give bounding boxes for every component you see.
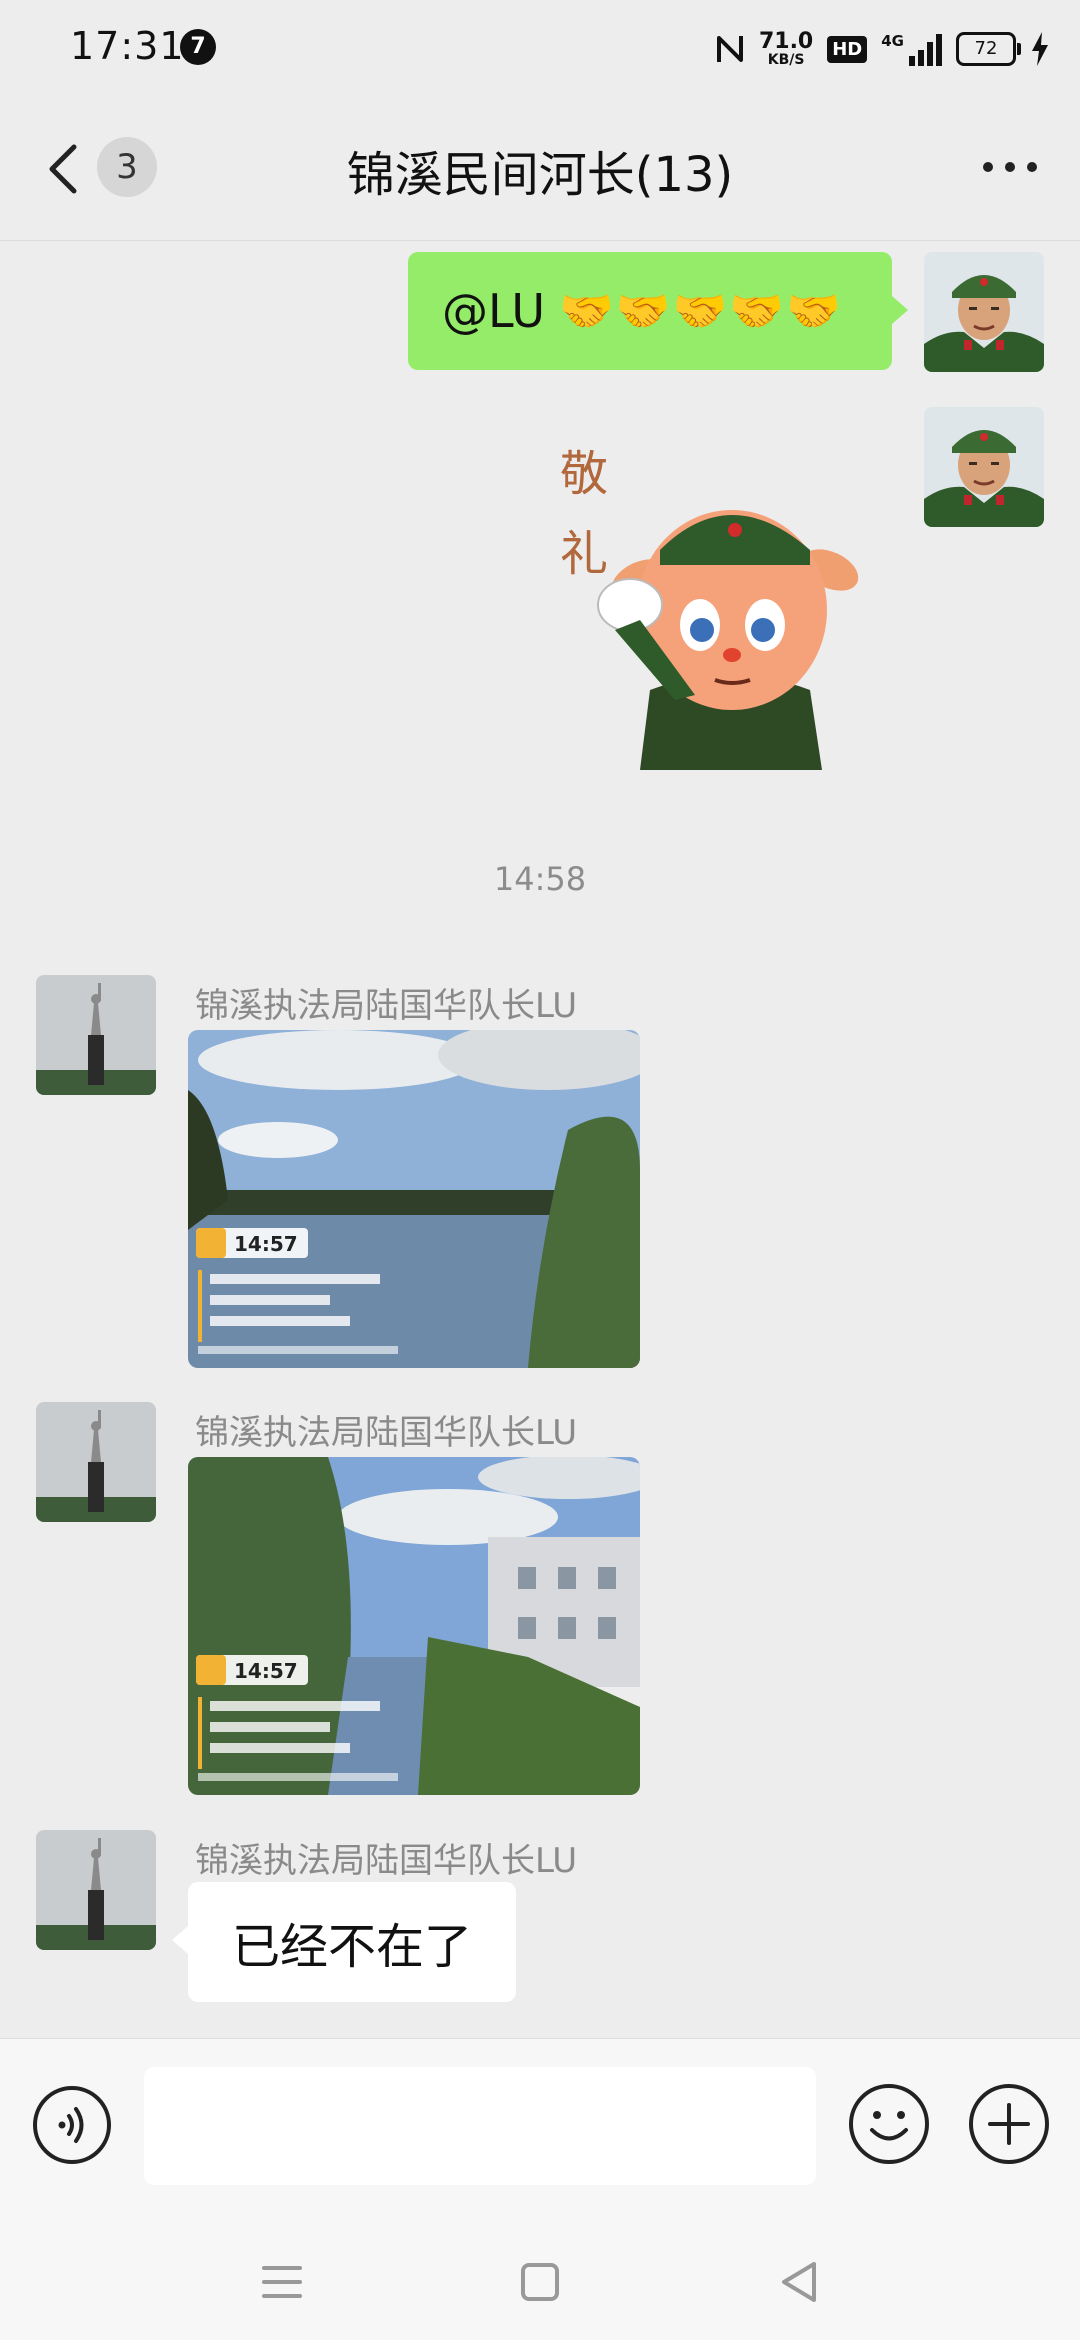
notification-count-badge: 7 — [180, 29, 216, 65]
photo-2-timestamp: 14:57 — [234, 1659, 298, 1683]
charging-icon — [1032, 32, 1048, 66]
photo-1-timestamp: 14:57 — [234, 1232, 298, 1256]
network-speed: 71.0 KB/S — [758, 29, 814, 68]
mention-text: @LU — [442, 284, 546, 338]
handshake-emoji-row: 🤝🤝🤝🤝🤝 — [559, 286, 843, 337]
timestamp-divider: 14:58 — [493, 860, 587, 898]
sender-avatar[interactable] — [36, 1830, 156, 1950]
river-photo-image: 14:57 — [188, 1030, 640, 1368]
sender-name: 锦溪执法局陆国华队长LU — [195, 1413, 578, 1453]
saluting-deer-soldier-sticker: 敬 礼 — [560, 446, 859, 770]
sender-avatar[interactable] — [36, 1402, 156, 1522]
emoji-icon[interactable] — [848, 2083, 930, 2165]
nfc-icon — [716, 36, 743, 62]
statue-avatar-icon — [36, 1402, 156, 1522]
soldier-portrait-icon — [924, 252, 1044, 372]
incoming-message-bubble[interactable]: 已经不在了 — [172, 1882, 516, 2002]
statue-avatar-icon — [36, 1830, 156, 1950]
system-navigation-bar — [0, 2220, 1080, 2340]
add-attachment-icon[interactable] — [968, 2083, 1050, 2165]
sender-name: 锦溪执法局陆国华队长LU — [195, 1841, 578, 1881]
message-input-bar — [0, 2038, 1080, 2221]
status-icons: 71.0 KB/S HD 4G 72 — [715, 24, 1050, 74]
sender-name: 锦溪执法局陆国华队长LU — [195, 986, 578, 1026]
message-input[interactable] — [144, 2067, 816, 2185]
statue-avatar-icon — [36, 975, 156, 1095]
network-speed-unit: KB/S — [767, 52, 805, 68]
chat-title: 锦溪民间河长(13) — [346, 147, 734, 203]
my-avatar[interactable] — [924, 252, 1044, 372]
battery-icon: 72 — [956, 32, 1021, 66]
network-type-label: 4G — [881, 32, 904, 50]
sticker-text-1: 敬 — [560, 446, 608, 502]
my-avatar[interactable] — [924, 407, 1044, 527]
chat-header: 3 锦溪民间河长(13) — [0, 95, 1080, 241]
outgoing-message-bubble[interactable]: @LU 🤝🤝🤝🤝🤝 — [408, 252, 908, 370]
network-speed-value: 71.0 — [758, 29, 814, 54]
back-triangle-icon[interactable] — [770, 2252, 830, 2312]
canal-photo-image: 14:57 — [188, 1457, 640, 1795]
sender-avatar[interactable] — [36, 975, 156, 1095]
voice-input-icon[interactable] — [32, 2085, 112, 2165]
soldier-portrait-icon — [924, 407, 1044, 527]
shared-photo-1[interactable]: 14:57 — [188, 1030, 640, 1368]
shared-photo-2[interactable]: 14:57 — [188, 1457, 640, 1795]
signal-icon: 4G — [881, 32, 942, 66]
sticker-text-2: 礼 — [560, 526, 608, 582]
status-time: 17:31 — [70, 24, 185, 68]
more-options-icon[interactable] — [980, 157, 1040, 177]
hd-icon: HD — [827, 35, 868, 63]
salute-sticker[interactable]: 敬 礼 — [560, 440, 880, 770]
home-icon[interactable] — [510, 2252, 570, 2312]
menu-icon[interactable] — [252, 2252, 312, 2312]
status-bar: 17:31 7 71.0 KB/S HD 4G 72 — [0, 0, 1080, 95]
